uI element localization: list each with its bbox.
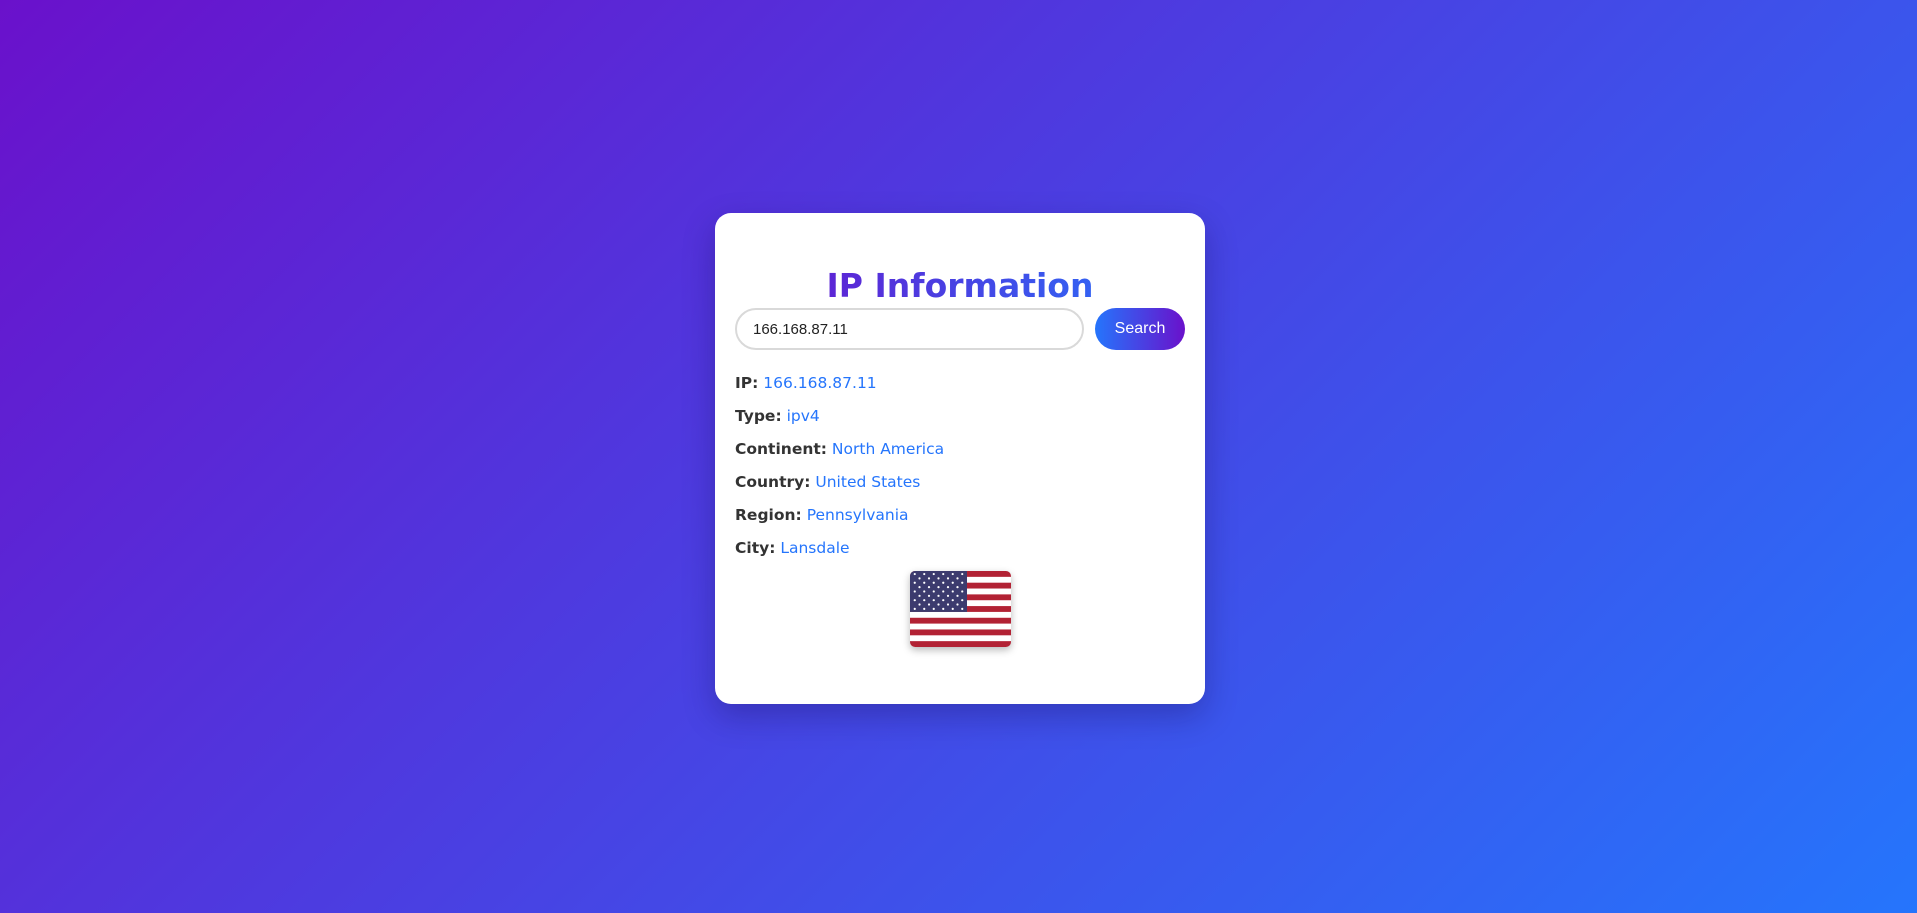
continent-label: Continent:	[735, 440, 827, 458]
city-label: City:	[735, 539, 776, 557]
page-title: IP Information	[735, 213, 1185, 308]
type-label: Type:	[735, 407, 782, 425]
ip-row: IP: 166.168.87.11	[735, 372, 1185, 405]
region-row: Region: Pennsylvania	[735, 504, 1185, 537]
country-row: Country: United States	[735, 471, 1185, 504]
country-value: United States	[815, 473, 921, 491]
ip-search-input[interactable]	[735, 308, 1084, 350]
region-value: Pennsylvania	[806, 506, 909, 524]
ip-value: 166.168.87.11	[763, 374, 877, 392]
continent-row: Continent: North America	[735, 438, 1185, 471]
search-button[interactable]: Search	[1095, 308, 1185, 350]
continent-value: North America	[831, 440, 945, 458]
region-label: Region:	[735, 506, 802, 524]
city-value: Lansdale	[780, 539, 850, 557]
type-row: Type: ipv4	[735, 405, 1185, 438]
ip-details: IP: 166.168.87.11 Type: ipv4 Continent: …	[735, 372, 1185, 570]
us-flag-icon	[909, 571, 1011, 647]
city-row: City: Lansdale	[735, 537, 1185, 570]
ip-label: IP:	[735, 374, 759, 392]
flag-container	[735, 571, 1185, 651]
country-label: Country:	[735, 473, 811, 491]
search-row: Search	[735, 308, 1185, 350]
ip-info-card: IP Information Search IP: 166.168.87.11 …	[715, 213, 1205, 704]
type-value: ipv4	[786, 407, 820, 425]
